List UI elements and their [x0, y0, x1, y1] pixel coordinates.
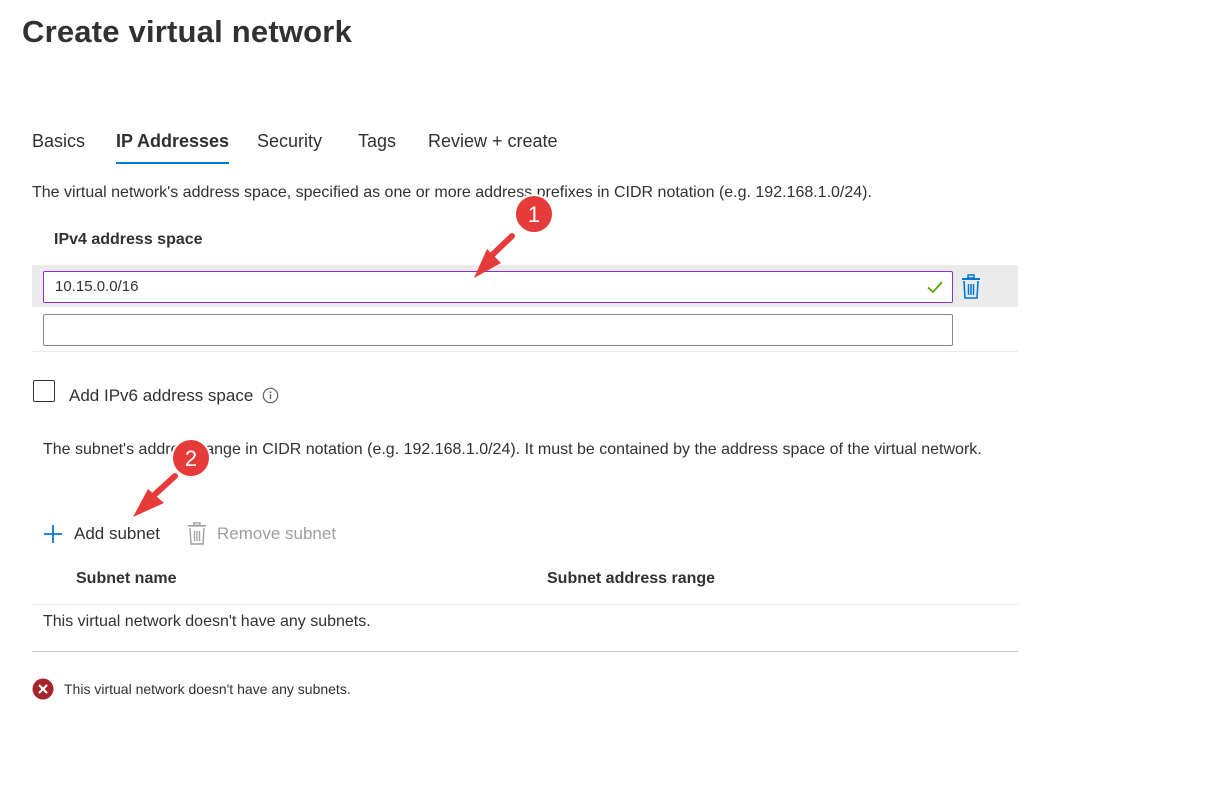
ipv4-address-input-empty[interactable] — [43, 314, 953, 346]
subnet-empty-text: This virtual network doesn't have any su… — [43, 613, 371, 630]
error-icon — [32, 678, 54, 700]
ipv6-checkbox[interactable] — [33, 380, 55, 402]
add-subnet-label: Add subnet — [74, 524, 161, 543]
validation-error: This virtual network doesn't have any su… — [32, 678, 351, 700]
annotation-1-label: 1 — [528, 202, 540, 227]
tab-tags[interactable]: Tags — [358, 128, 396, 164]
validation-error-text: This virtual network doesn't have any su… — [64, 681, 351, 697]
ipv4-address-input[interactable]: 10.15.0.0/16 — [43, 271, 953, 303]
subnet-table-bottom-divider — [32, 651, 1018, 652]
subnet-description: The subnet's address range in CIDR notat… — [43, 441, 982, 458]
ipv4-address-value: 10.15.0.0/16 — [55, 278, 139, 295]
ipv4-column-header: IPv4 address space — [54, 231, 203, 248]
delete-address-icon[interactable] — [960, 274, 982, 300]
subnet-table-divider — [32, 604, 1018, 605]
add-subnet-button[interactable]: Add subnet — [42, 520, 160, 548]
subnet-name-column-header[interactable]: Subnet name — [76, 570, 176, 588]
checkmark-icon — [927, 281, 943, 294]
page-title: Create virtual network — [22, 14, 353, 49]
address-space-divider — [32, 351, 1018, 352]
trash-icon — [188, 522, 206, 545]
tab-security[interactable]: Security — [257, 128, 322, 164]
ipv6-checkbox-label[interactable]: Add IPv6 address space — [69, 386, 253, 406]
remove-subnet-label: Remove subnet — [217, 524, 337, 543]
address-space-description: The virtual network's address space, spe… — [32, 184, 872, 201]
subnet-range-column-header[interactable]: Subnet address range — [547, 570, 715, 588]
info-icon[interactable] — [262, 387, 279, 404]
tab-basics[interactable]: Basics — [32, 128, 85, 164]
plus-icon — [44, 525, 62, 543]
tab-review-create[interactable]: Review + create — [428, 128, 558, 164]
tab-ip-addresses[interactable]: IP Addresses — [116, 128, 230, 164]
remove-subnet-button[interactable]: Remove subnet — [187, 520, 336, 548]
